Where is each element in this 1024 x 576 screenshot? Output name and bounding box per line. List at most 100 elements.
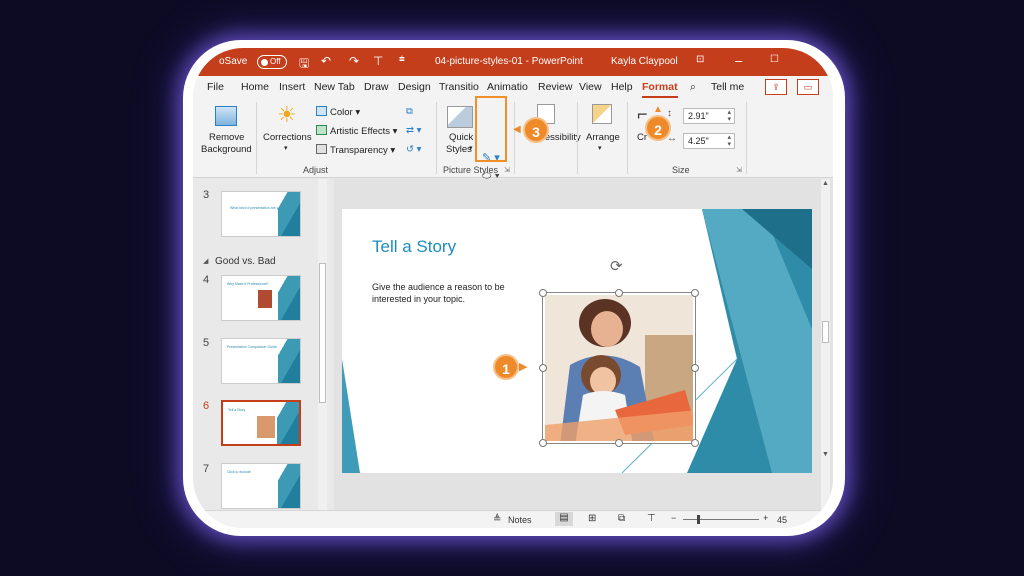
zoom-slider[interactable] <box>683 519 759 520</box>
dialog-launcher-icon[interactable]: ⇲ <box>736 166 742 174</box>
arrange-icon[interactable] <box>592 104 612 124</box>
tab-home[interactable]: Home <box>241 81 269 93</box>
thumbnail-decoration <box>277 402 299 444</box>
slide-scroll-thumb[interactable] <box>822 321 829 343</box>
zoom-in-icon[interactable]: + <box>763 513 768 523</box>
selected-picture[interactable] <box>542 292 696 444</box>
rotate-handle-icon[interactable]: ⟳ <box>610 257 623 275</box>
height-spinner[interactable]: ▴ ▾ <box>727 109 731 123</box>
remove-background-icon[interactable] <box>215 106 237 126</box>
quick-styles-label-1[interactable]: Quick <box>449 132 473 143</box>
slide-number: 7 <box>203 463 210 475</box>
resize-handle-bottom-left[interactable] <box>539 439 547 447</box>
scroll-down-icon[interactable]: ▼ <box>822 451 829 458</box>
normal-view-icon[interactable]: ▤ <box>555 512 573 526</box>
reading-view-icon[interactable]: ⧉ <box>618 513 625 524</box>
tab-transitions[interactable]: Transitio <box>439 81 479 93</box>
comments-icon[interactable]: ▭ <box>797 79 819 95</box>
ribbon-separator <box>746 102 747 174</box>
slide-sorter-icon[interactable]: ⊞ <box>588 513 596 524</box>
slide-thumbnail-3[interactable]: What kind of presentation are you giving… <box>221 191 301 237</box>
step-callout-1: 1 <box>493 354 519 380</box>
ribbon-separator <box>436 102 437 174</box>
resize-handle-right[interactable] <box>691 364 699 372</box>
collapse-section-icon[interactable]: ◢ <box>203 257 208 265</box>
tab-new-tab[interactable]: New Tab <box>314 81 355 93</box>
compress-pictures-icon[interactable]: ⧉ <box>406 106 413 117</box>
resize-handle-bottom-right[interactable] <box>691 439 699 447</box>
customize-icon[interactable]: ⩧ <box>399 54 405 65</box>
slide-number: 6 <box>203 400 210 412</box>
search-icon[interactable]: ⌕ <box>690 81 696 94</box>
section-label[interactable]: Good vs. Bad <box>215 256 276 267</box>
artistic-effects-button[interactable]: Artistic Effects ▾ <box>316 125 397 137</box>
change-picture-icon[interactable]: ⇄ ▾ <box>406 125 421 136</box>
arrange-button[interactable]: Arrange <box>586 132 620 143</box>
transparency-button[interactable]: Transparency ▾ <box>316 144 395 156</box>
corrections-button[interactable]: Corrections <box>263 132 312 143</box>
autosave-label: oSave <box>219 56 248 67</box>
width-field[interactable]: 4.25" ▴ ▾ <box>683 133 735 149</box>
remove-background-label-1[interactable]: Remove <box>209 132 244 143</box>
thumbnail-title: Presentation Comparison Guide <box>227 345 277 349</box>
notes-button[interactable]: Notes <box>508 515 532 525</box>
redo-icon[interactable]: ↷ <box>349 54 359 68</box>
quick-styles-label-2[interactable]: Styles <box>446 144 472 155</box>
artistic-effects-icon <box>316 125 327 135</box>
width-spinner[interactable]: ▴ ▾ <box>727 134 731 148</box>
resize-handle-top-right[interactable] <box>691 289 699 297</box>
minimize-icon[interactable]: – <box>735 53 742 68</box>
undo-icon[interactable]: ↶ <box>321 54 331 68</box>
slide-scrollbar[interactable]: ▲ ▼ <box>821 179 830 510</box>
resize-handle-bottom[interactable] <box>615 439 623 447</box>
ribbon-separator <box>577 102 578 174</box>
zoom-slider-thumb[interactable] <box>697 515 700 524</box>
thumbnail-scroll-thumb[interactable] <box>319 263 326 403</box>
slide-thumbnail-4[interactable]: Why Make it Professional? <box>221 275 301 321</box>
tab-view[interactable]: View <box>579 81 602 93</box>
dialog-launcher-icon[interactable]: ⇲ <box>504 166 510 174</box>
tab-draw[interactable]: Draw <box>364 81 389 93</box>
resize-handle-top-left[interactable] <box>539 289 547 297</box>
slideshow-icon[interactable]: ⊤ <box>647 513 656 524</box>
thumbnail-decoration <box>278 192 300 236</box>
present-icon[interactable]: ⊤ <box>373 54 383 68</box>
height-field[interactable]: 2.91" ▴ ▾ <box>683 108 735 124</box>
tab-review[interactable]: Review <box>538 81 572 93</box>
picture-style-buttons-highlight <box>475 96 507 162</box>
zoom-level[interactable]: 45 <box>777 515 787 525</box>
resize-handle-left[interactable] <box>539 364 547 372</box>
zoom-out-icon[interactable]: − <box>671 513 676 523</box>
notes-icon[interactable]: ≜ <box>493 514 501 525</box>
thumbnail-title: Tell a Story <box>228 408 246 412</box>
user-name[interactable]: Kayla Claypool <box>611 56 678 67</box>
tab-help[interactable]: Help <box>611 81 633 93</box>
corrections-icon[interactable]: ☀ <box>277 102 297 128</box>
tab-format[interactable]: Format <box>642 81 678 93</box>
tab-design[interactable]: Design <box>398 81 431 93</box>
reset-picture-icon[interactable]: ↺ ▾ <box>406 144 421 155</box>
maximize-icon[interactable]: ☐ <box>770 54 779 65</box>
ribbon-display-icon[interactable]: ⊡ <box>696 54 704 65</box>
tell-me-search[interactable]: Tell me <box>711 81 744 93</box>
save-icon[interactable]: 🖫 <box>299 54 309 75</box>
slide-thumbnail-5[interactable]: Presentation Comparison Guide <box>221 338 301 384</box>
scroll-up-icon[interactable]: ▲ <box>822 180 829 187</box>
resize-handle-top[interactable] <box>615 289 623 297</box>
autosave-toggle[interactable]: Off <box>257 55 287 69</box>
remove-background-label-2[interactable]: Background <box>201 144 252 155</box>
slide-thumbnail-6[interactable]: Tell a Story <box>221 400 301 446</box>
tab-file[interactable]: File <box>207 81 224 93</box>
slide-title[interactable]: Tell a Story <box>372 237 456 257</box>
tab-insert[interactable]: Insert <box>279 81 305 93</box>
quick-styles-icon[interactable] <box>447 106 473 128</box>
tab-animations[interactable]: Animatio <box>487 81 528 93</box>
share-icon[interactable]: ⇪ <box>765 79 787 95</box>
thumbnail-scrollbar[interactable] <box>318 179 327 510</box>
document-title: 04-picture-styles-01 - PowerPoint <box>435 56 583 67</box>
height-icon: ↕ <box>667 108 672 119</box>
slide-body-text[interactable]: Give the audience a reason to be interes… <box>372 281 532 305</box>
slide-thumbnail-7[interactable]: Click to Include <box>221 463 301 509</box>
color-button[interactable]: Color ▾ <box>316 106 360 118</box>
current-slide[interactable]: Tell a Story Give the audience a reason … <box>342 209 812 473</box>
